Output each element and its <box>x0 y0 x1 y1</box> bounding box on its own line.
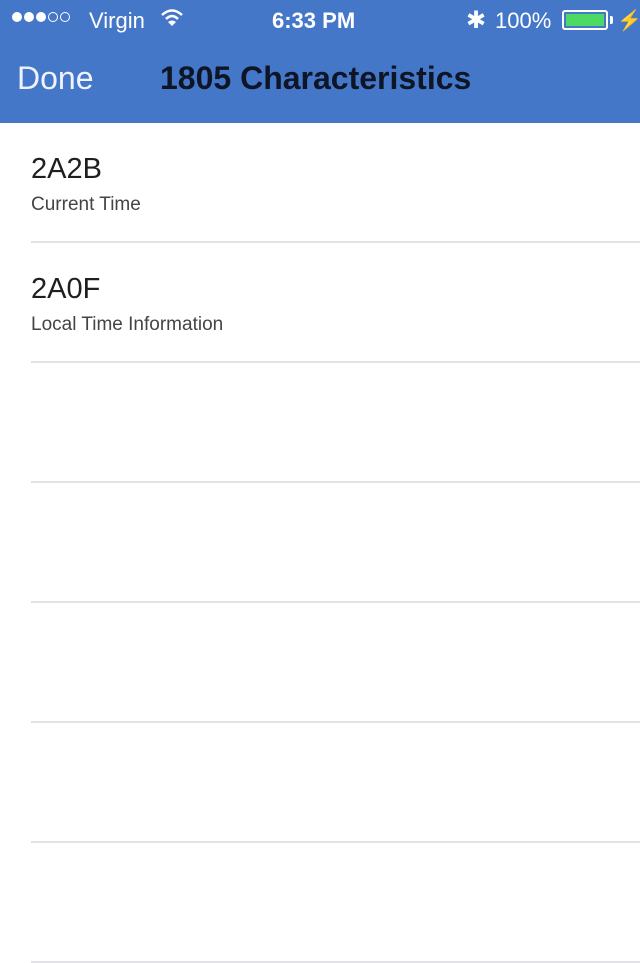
battery-tip <box>610 16 613 24</box>
characteristic-uuid: 2A0F <box>31 273 101 305</box>
carrier-name: Virgin <box>89 8 145 33</box>
status-time: 6:33 PM <box>272 8 356 33</box>
characteristic-uuid: 2A2B <box>31 153 102 185</box>
page-title: 1805 Characteristics <box>160 60 472 96</box>
app-header: Virgin 6:33 PM ✱ 100% ⚡ Done 1805 Charac… <box>0 0 640 123</box>
list-item[interactable]: 2A0F Local Time Information <box>31 243 640 363</box>
battery-icon <box>562 10 608 30</box>
empty-row <box>31 723 640 843</box>
list-item[interactable]: 2A2B Current Time <box>31 123 640 243</box>
battery-percentage: 100% <box>495 8 552 33</box>
bluetooth-icon: ✱ <box>466 7 487 34</box>
status-bar: Virgin 6:33 PM ✱ 100% ⚡ <box>0 0 640 40</box>
done-button[interactable]: Done <box>17 60 94 97</box>
charging-icon: ⚡ <box>617 10 640 32</box>
characteristic-name: Local Time Information <box>31 314 224 335</box>
empty-row <box>31 603 640 723</box>
empty-row <box>31 843 640 963</box>
characteristics-list: 2A2B Current Time 2A0F Local Time Inform… <box>0 123 640 963</box>
characteristic-name: Current Time <box>31 194 141 215</box>
signal-dots-icon <box>12 12 70 22</box>
wifi-icon <box>160 8 184 34</box>
empty-row <box>31 363 640 483</box>
empty-row <box>31 483 640 603</box>
